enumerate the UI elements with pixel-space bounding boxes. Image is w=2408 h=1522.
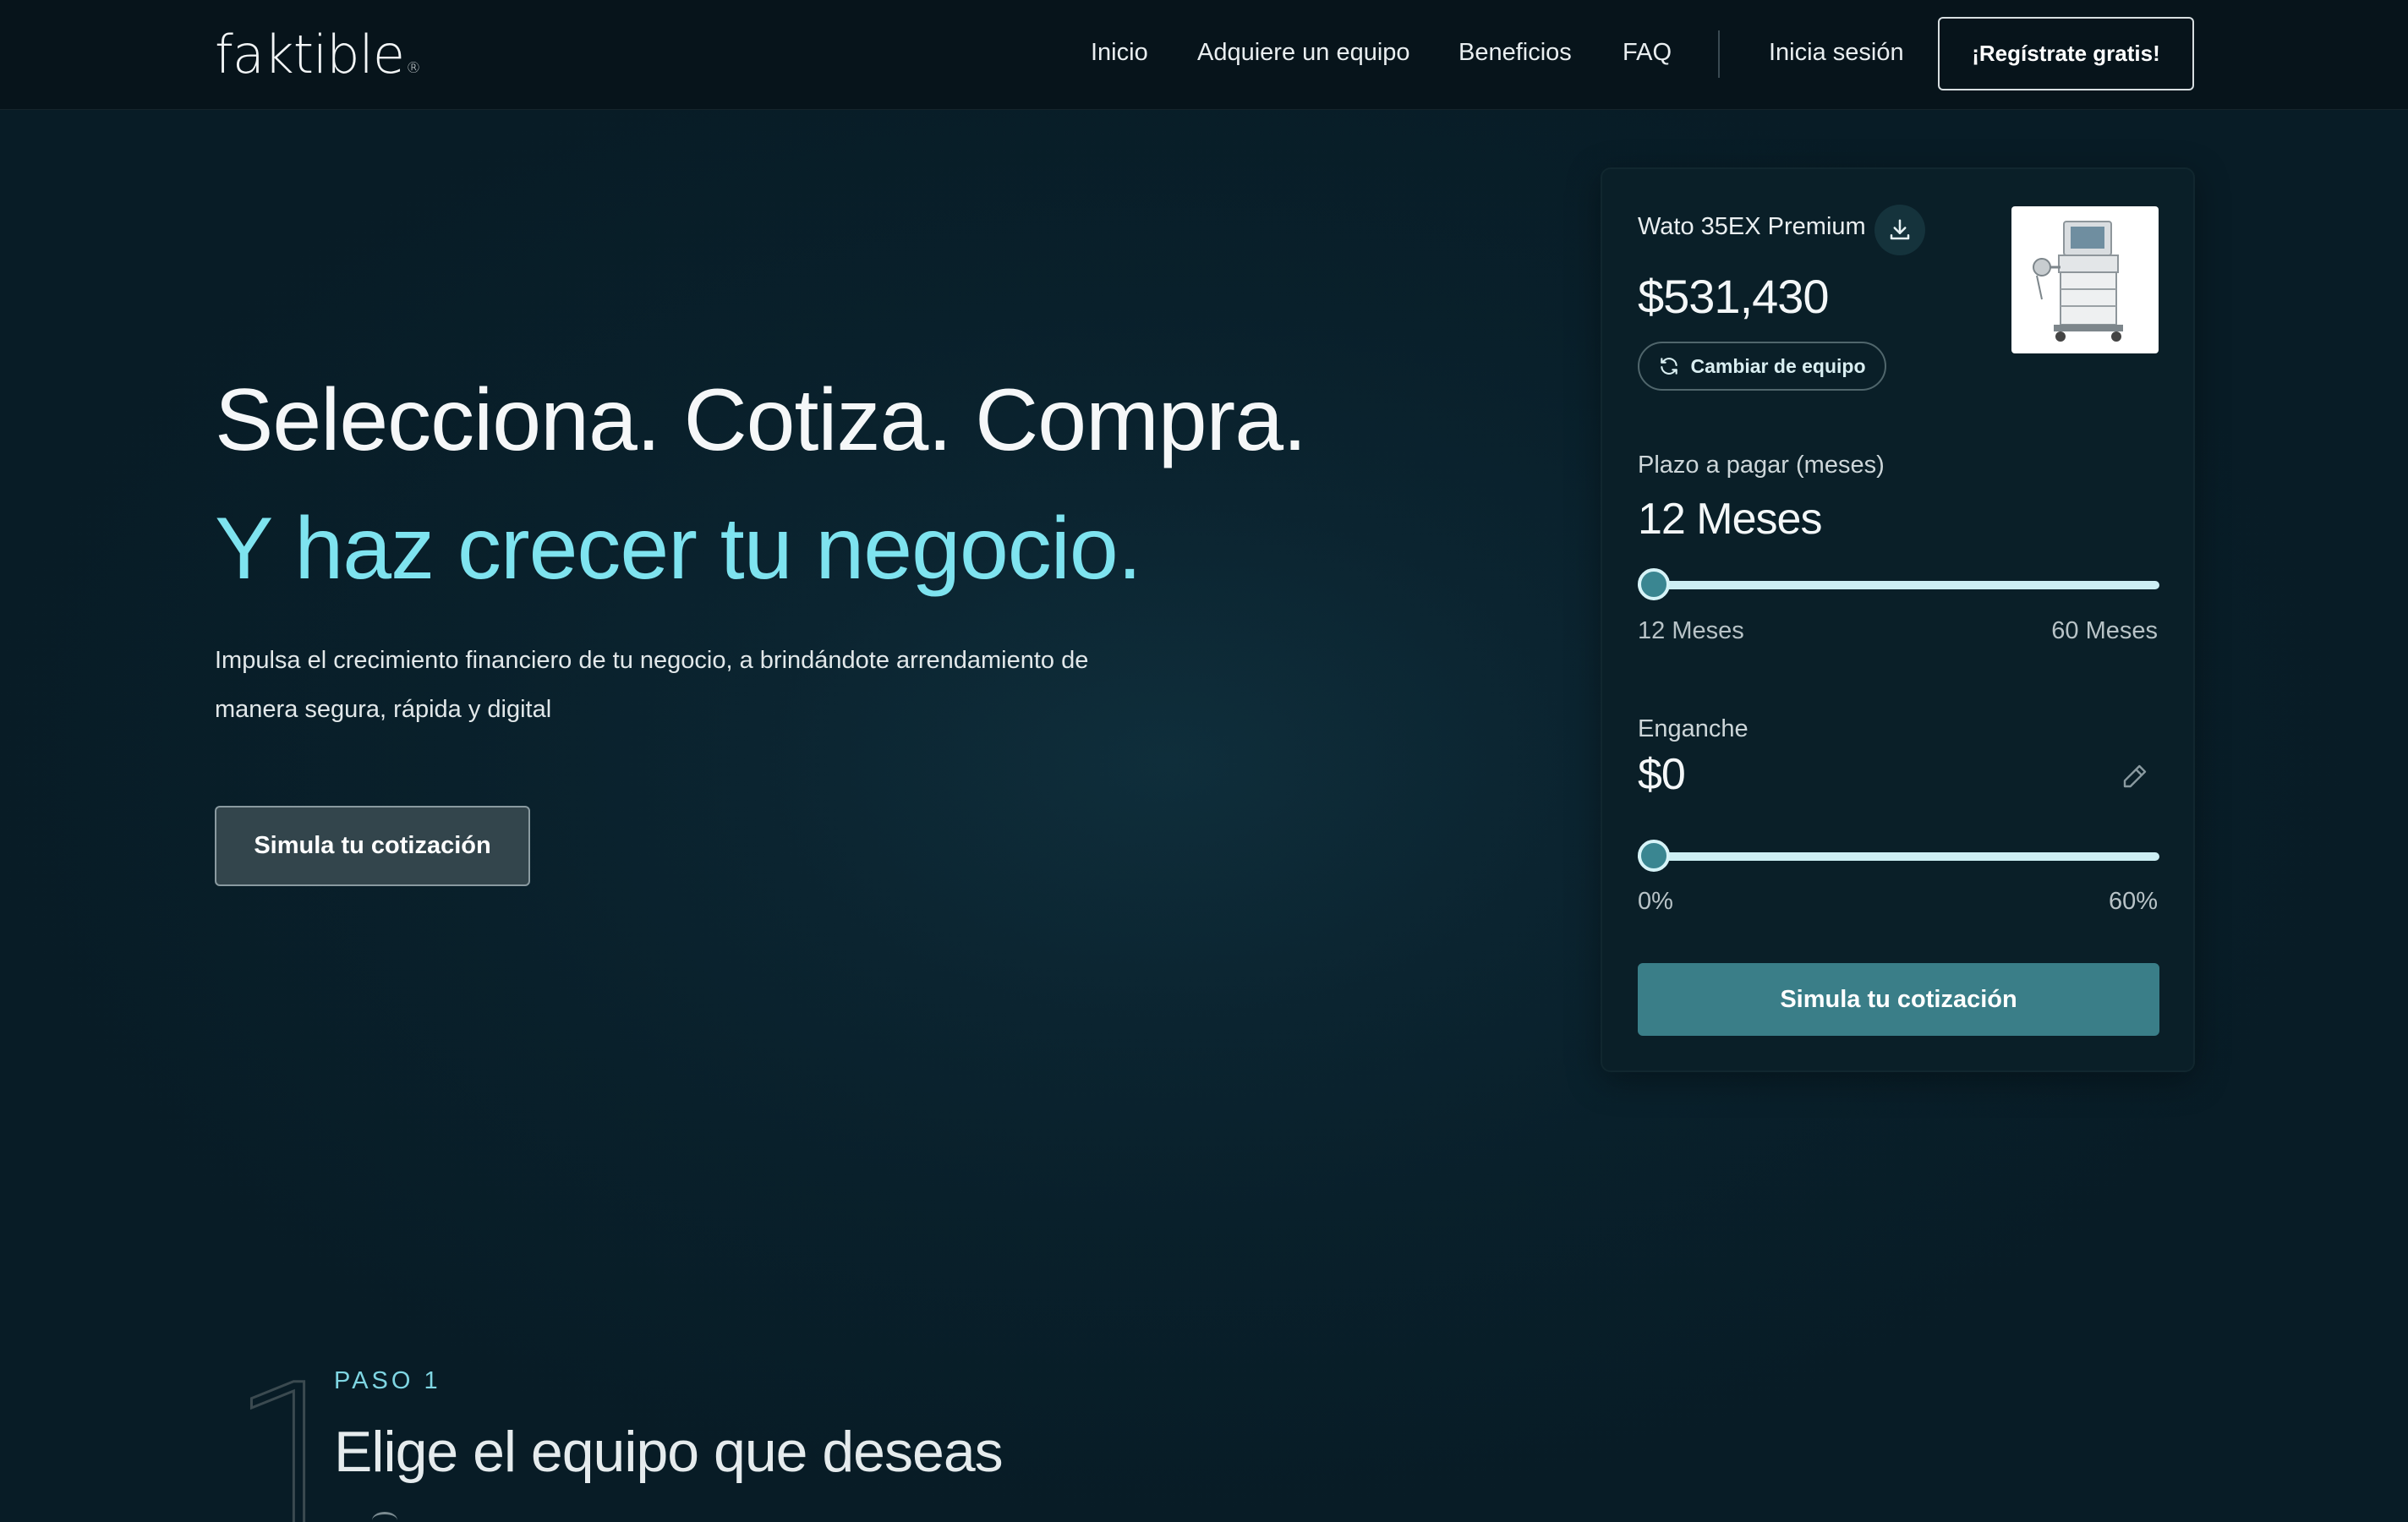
down-payment-slider-thumb[interactable] — [1638, 840, 1670, 872]
down-payment-label: Enganche — [1638, 715, 1749, 742]
hero-simulate-button[interactable]: Simula tu cotización — [215, 806, 530, 886]
term-value: 12 Meses — [1638, 495, 1822, 544]
pencil-icon — [2123, 764, 2147, 788]
product-image — [2011, 206, 2159, 353]
step-label: PASO 1 — [334, 1367, 441, 1394]
nav-adquiere-equipo[interactable]: Adquiere un equipo — [1197, 39, 1410, 67]
nav-inicio[interactable]: Inicio — [1091, 39, 1148, 67]
registered-mark: ® — [406, 59, 421, 77]
down-payment-slider-track — [1638, 852, 2159, 861]
term-max-label: 60 Meses — [2051, 617, 2158, 644]
hero-description: Impulsa el crecimiento financiero de tu … — [215, 647, 1089, 723]
down-payment-min-label: 0% — [1638, 888, 1673, 915]
step-title: Elige el equipo que deseas — [334, 1420, 1004, 1484]
card-simulate-button[interactable]: Simula tu cotización — [1638, 963, 2159, 1036]
nav-faq[interactable]: FAQ — [1623, 39, 1672, 67]
logo-text: faktible — [215, 24, 405, 85]
term-slider-thumb[interactable] — [1638, 568, 1670, 600]
down-payment-value: $0 — [1638, 750, 1686, 799]
edit-down-payment-button[interactable] — [2118, 759, 2152, 793]
hero-title: Selecciona. Cotiza. Compra. — [215, 371, 1307, 469]
product-price: $531,430 — [1638, 270, 1830, 323]
change-equipment-label: Cambiar de equipo — [1690, 354, 1866, 377]
down-payment-max-label: 60% — [2108, 888, 2158, 915]
nav-beneficios[interactable]: Beneficios — [1458, 39, 1572, 67]
download-icon — [1890, 219, 1910, 240]
next-content-fragment — [372, 1512, 397, 1522]
logo[interactable]: faktible ® — [215, 24, 421, 85]
term-slider[interactable] — [1638, 568, 2159, 602]
nav-divider — [1718, 30, 1720, 78]
product-name: Wato 35EX Premium — [1638, 213, 1866, 240]
hero-subtitle: Y haz crecer tu negocio. — [215, 500, 1142, 598]
site-header: faktible ® Inicio Adquiere un equipo Bene… — [0, 0, 2408, 110]
term-slider-track — [1638, 581, 2159, 589]
register-button[interactable]: ¡Regístrate gratis! — [1938, 17, 2194, 90]
term-min-label: 12 Meses — [1638, 617, 1744, 644]
refresh-icon — [1661, 358, 1678, 375]
term-label: Plazo a pagar (meses) — [1638, 452, 1885, 479]
change-equipment-button[interactable]: Cambiar de equipo — [1638, 342, 1886, 391]
download-button[interactable] — [1874, 205, 1925, 255]
login-link[interactable]: Inicia sesión — [1769, 39, 1904, 67]
quote-card: Wato 35EX Premium $531,430 Cambiar de eq… — [1601, 167, 2195, 1072]
down-payment-slider[interactable] — [1638, 840, 2159, 873]
